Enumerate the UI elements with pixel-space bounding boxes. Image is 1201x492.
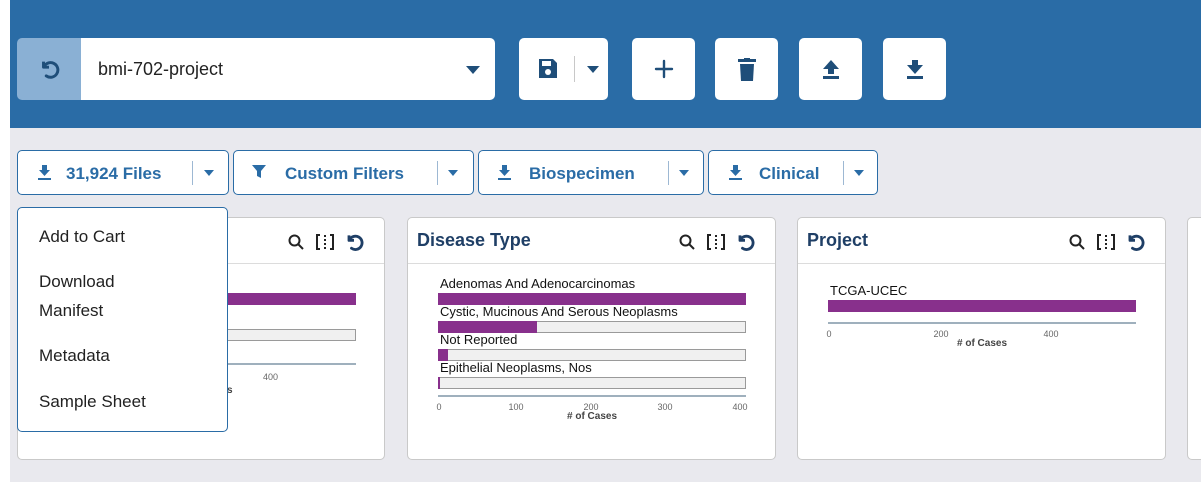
bar-label: Epithelial Neoplasms, Nos — [440, 360, 592, 375]
bar-fill — [828, 300, 1136, 312]
save-icon — [539, 59, 557, 78]
project-select[interactable]: bmi-702-project — [81, 38, 495, 100]
x-axis — [438, 395, 746, 397]
left-edge — [0, 0, 10, 492]
card-title: Disease Type — [417, 230, 531, 250]
clinical-separator — [843, 161, 844, 185]
download-icon — [38, 165, 51, 180]
files-count-label: 31,924 Files — [66, 164, 162, 183]
download-icon — [498, 165, 511, 180]
save-button[interactable] — [519, 38, 608, 100]
menu-item-add-to-cart[interactable]: Add to Cart — [39, 222, 125, 251]
upload-icon — [822, 60, 839, 79]
trash-icon — [737, 57, 756, 81]
x-axis — [828, 322, 1136, 324]
bar-label: Adenomas And Adenocarcinomas — [440, 276, 636, 291]
download-icon — [729, 165, 742, 180]
x-axis-title: # of Cases — [567, 411, 618, 422]
reset-icon[interactable] — [1125, 232, 1145, 252]
reset-icon[interactable] — [344, 232, 364, 252]
custom-filters-chevron-icon[interactable] — [448, 170, 458, 176]
card-header-divider — [798, 263, 1165, 264]
x-tick-label: 400 — [1043, 329, 1059, 339]
save-options-chevron-icon[interactable] — [587, 66, 599, 73]
biospecimen-label: Biospecimen — [529, 164, 635, 183]
download-icon — [906, 60, 923, 79]
filter-icon — [252, 165, 266, 178]
bar-track — [218, 329, 356, 341]
x-tick-label: 0 — [436, 402, 442, 412]
files-separator — [192, 161, 193, 185]
facet-card-project: Project TCGA-UCEC 0 200 400 # of Cases — [797, 217, 1166, 460]
clinical-label: Clinical — [759, 164, 820, 183]
files-download-menu: Add to Cart Download Manifest Metadata S… — [17, 207, 228, 432]
x-tick-label: 100 — [508, 402, 524, 412]
bar-label: TCGA-UCEC — [830, 283, 908, 298]
search-icon[interactable] — [679, 234, 695, 250]
x-tick-label: 400 — [732, 402, 748, 412]
x-tick-label: 0 — [826, 329, 832, 339]
menu-item-metadata[interactable]: Metadata — [39, 341, 110, 370]
menu-item-sample-sheet[interactable]: Sample Sheet — [39, 387, 146, 416]
download-project-button[interactable] — [883, 38, 946, 100]
project-name: bmi-702-project — [98, 58, 224, 79]
add-project-button[interactable] — [632, 38, 695, 100]
search-icon[interactable] — [288, 234, 304, 250]
column-toggle-icon[interactable] — [316, 233, 334, 251]
menu-item-download-manifest[interactable]: Download Manifest — [39, 267, 115, 325]
upload-project-button[interactable] — [799, 38, 862, 100]
files-download-button[interactable]: 31,924 Files — [17, 150, 229, 195]
chevron-down-icon — [466, 66, 480, 74]
biospecimen-download-button[interactable]: Biospecimen — [478, 150, 704, 195]
custom-filters-button[interactable]: Custom Filters — [233, 150, 474, 195]
card-title: Project — [807, 230, 869, 250]
card-header-divider — [408, 263, 775, 264]
bar-fill — [438, 377, 440, 389]
x-tick-label: 200 — [933, 329, 949, 339]
x-tick-label: 400 — [263, 372, 279, 382]
biospecimen-chevron-icon[interactable] — [679, 170, 689, 176]
column-toggle-icon[interactable] — [707, 233, 725, 251]
column-toggle-icon[interactable] — [1097, 233, 1115, 251]
clinical-download-button[interactable]: Clinical — [708, 150, 878, 195]
bar-label: Not Reported — [440, 332, 518, 347]
plus-icon — [654, 59, 673, 79]
facet-card-disease-type: Disease Type Adenomas And Adenocarcinoma… — [407, 217, 776, 460]
search-icon[interactable] — [1069, 234, 1085, 250]
x-tick-label: 300 — [657, 402, 673, 412]
custom-filters-label: Custom Filters — [285, 164, 405, 183]
delete-project-button[interactable] — [715, 38, 778, 100]
undo-icon — [42, 61, 60, 79]
facet-card-offscreen — [1187, 217, 1201, 460]
x-axis — [218, 363, 356, 365]
save-separator — [574, 56, 575, 82]
bar-fill — [218, 293, 356, 305]
x-axis-title: # of Cases — [957, 338, 1008, 349]
biospecimen-separator — [668, 161, 669, 185]
card-icons — [1069, 232, 1145, 252]
files-chevron-icon[interactable] — [204, 170, 214, 176]
card-icons — [288, 232, 364, 252]
main-bottom-edge — [10, 482, 1201, 492]
reset-icon[interactable] — [735, 232, 755, 252]
bar-label: Cystic, Mucinous And Serous Neoplasms — [440, 304, 678, 319]
custom-filters-separator — [437, 161, 438, 185]
bar-track — [438, 377, 746, 389]
reset-project-button[interactable] — [17, 38, 81, 100]
card-icons — [679, 232, 755, 252]
clinical-chevron-icon[interactable] — [854, 170, 864, 176]
